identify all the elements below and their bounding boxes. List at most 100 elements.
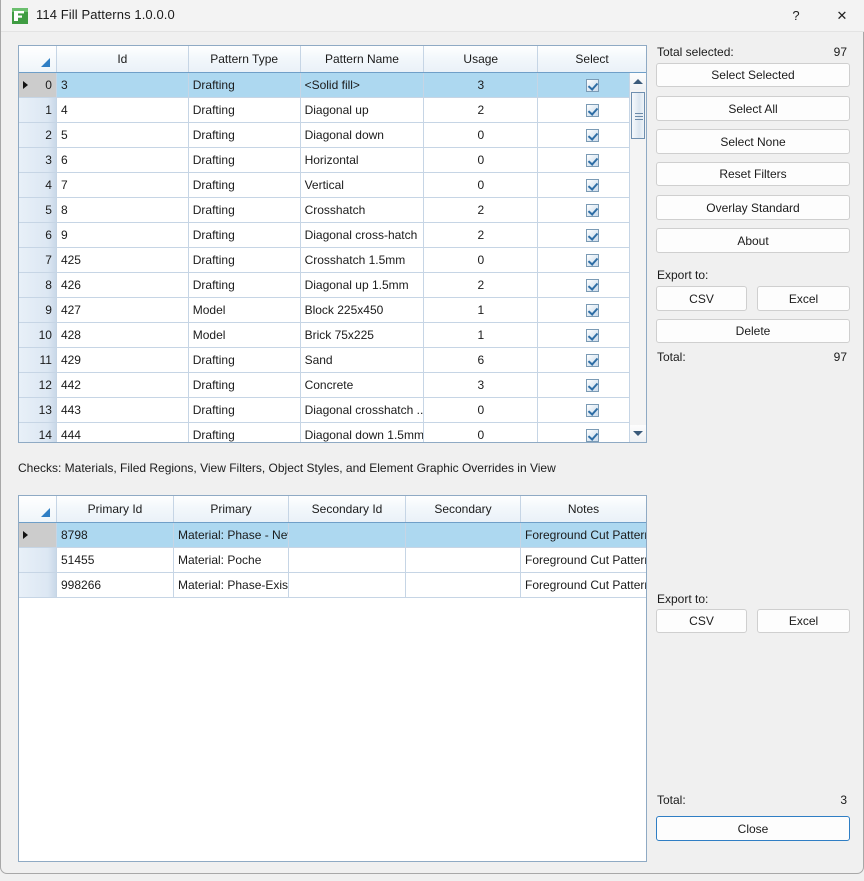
cell-usage[interactable]: 1: [424, 298, 539, 322]
table-row[interactable]: 3 6 Drafting Horizontal 0: [19, 148, 646, 173]
row-header[interactable]: 11: [19, 348, 57, 372]
cell-primary[interactable]: Material: Poche: [174, 548, 289, 572]
select-checkbox[interactable]: [585, 278, 599, 292]
row-header[interactable]: 1: [19, 98, 57, 122]
select-checkbox[interactable]: [585, 103, 599, 117]
cell-pattern-type[interactable]: Drafting: [189, 98, 301, 122]
row-header[interactable]: 4: [19, 173, 57, 197]
cell-id[interactable]: 9: [57, 223, 189, 247]
table-row[interactable]: 4 7 Drafting Vertical 0: [19, 173, 646, 198]
table-row[interactable]: 51455 Material: Poche Foreground Cut Patte…: [19, 548, 646, 573]
cell-pattern-name[interactable]: Crosshatch 1.5mm: [301, 248, 425, 272]
cell-usage[interactable]: 3: [424, 73, 539, 97]
cell-secondary[interactable]: [406, 573, 521, 597]
scrollbar-track[interactable]: [630, 90, 646, 425]
row-header[interactable]: 7: [19, 248, 57, 272]
cell-primary-id[interactable]: 8798: [57, 523, 174, 547]
row-header[interactable]: 13: [19, 398, 57, 422]
cell-pattern-name[interactable]: <Solid fill>: [301, 73, 425, 97]
select-checkbox[interactable]: [585, 78, 599, 92]
export-excel-button-bottom[interactable]: Excel: [757, 609, 850, 633]
cell-usage[interactable]: 1: [424, 323, 539, 347]
cell-pattern-name[interactable]: Diagonal cross-hatch: [301, 223, 425, 247]
cell-pattern-name[interactable]: Vertical: [301, 173, 425, 197]
select-all-button[interactable]: Select All: [656, 96, 850, 121]
cell-pattern-name[interactable]: Horizontal: [301, 148, 425, 172]
cell-pattern-name[interactable]: Crosshatch: [301, 198, 425, 222]
export-excel-button-top[interactable]: Excel: [757, 286, 850, 311]
row-header[interactable]: 0: [19, 73, 57, 97]
cell-secondary-id[interactable]: [289, 573, 406, 597]
cell-pattern-type[interactable]: Drafting: [189, 223, 301, 247]
delete-button[interactable]: Delete: [656, 319, 850, 343]
cell-usage[interactable]: 6: [424, 348, 539, 372]
cell-usage[interactable]: 0: [424, 398, 539, 422]
cell-pattern-name[interactable]: Diagonal crosshatch ...: [301, 398, 425, 422]
row-header[interactable]: 12: [19, 373, 57, 397]
cell-notes[interactable]: Foreground Cut Pattern: [521, 573, 646, 597]
close-button[interactable]: Close: [656, 816, 850, 841]
cell-id[interactable]: 444: [57, 423, 189, 442]
select-checkbox[interactable]: [585, 203, 599, 217]
help-button[interactable]: ?: [773, 0, 819, 31]
cell-pattern-name[interactable]: Concrete: [301, 373, 425, 397]
cell-id[interactable]: 4: [57, 98, 189, 122]
cell-pattern-name[interactable]: Brick 75x225: [301, 323, 425, 347]
select-checkbox[interactable]: [585, 253, 599, 267]
cell-primary-id[interactable]: 51455: [57, 548, 174, 572]
column-header-secondary-id[interactable]: Secondary Id: [289, 496, 406, 522]
row-header[interactable]: 5: [19, 198, 57, 222]
cell-secondary[interactable]: [406, 548, 521, 572]
table-row[interactable]: 7 425 Drafting Crosshatch 1.5mm 0: [19, 248, 646, 273]
table-row[interactable]: 13 443 Drafting Diagonal crosshatch ... 0: [19, 398, 646, 423]
cell-pattern-name[interactable]: Sand: [301, 348, 425, 372]
reset-filters-button[interactable]: Reset Filters: [656, 162, 850, 186]
cell-pattern-name[interactable]: Diagonal down 1.5mm: [301, 423, 425, 442]
cell-notes[interactable]: Foreground Cut Pattern: [521, 523, 646, 547]
export-csv-button-bottom[interactable]: CSV: [656, 609, 747, 633]
cell-secondary[interactable]: [406, 523, 521, 547]
column-header-id[interactable]: Id: [57, 46, 189, 72]
row-header[interactable]: 9: [19, 298, 57, 322]
row-header[interactable]: [19, 573, 57, 597]
cell-id[interactable]: 3: [57, 73, 189, 97]
select-checkbox[interactable]: [585, 403, 599, 417]
select-selected-button[interactable]: Select Selected: [656, 63, 850, 87]
cell-pattern-type[interactable]: Drafting: [189, 273, 301, 297]
about-button[interactable]: About: [656, 228, 850, 253]
cell-pattern-name[interactable]: Block 225x450: [301, 298, 425, 322]
cell-usage[interactable]: 0: [424, 173, 539, 197]
select-none-button[interactable]: Select None: [656, 129, 850, 154]
select-checkbox[interactable]: [585, 153, 599, 167]
close-icon[interactable]: ✕: [819, 0, 864, 31]
select-checkbox[interactable]: [585, 353, 599, 367]
row-header[interactable]: 6: [19, 223, 57, 247]
select-checkbox[interactable]: [585, 378, 599, 392]
cell-pattern-type[interactable]: Model: [189, 323, 301, 347]
cell-usage[interactable]: 2: [424, 98, 539, 122]
cell-usage[interactable]: 2: [424, 198, 539, 222]
select-checkbox[interactable]: [585, 328, 599, 342]
detail-grid[interactable]: Primary Id Primary Secondary Id Secondar…: [18, 495, 647, 862]
cell-pattern-type[interactable]: Drafting: [189, 398, 301, 422]
cell-pattern-name[interactable]: Diagonal up 1.5mm: [301, 273, 425, 297]
cell-pattern-type[interactable]: Drafting: [189, 148, 301, 172]
cell-usage[interactable]: 0: [424, 123, 539, 147]
cell-id[interactable]: 429: [57, 348, 189, 372]
column-header-secondary[interactable]: Secondary: [406, 496, 521, 522]
cell-pattern-type[interactable]: Drafting: [189, 173, 301, 197]
cell-pattern-name[interactable]: Diagonal up: [301, 98, 425, 122]
cell-pattern-type[interactable]: Model: [189, 298, 301, 322]
cell-secondary-id[interactable]: [289, 523, 406, 547]
detail-select-all-corner-cell[interactable]: [19, 496, 57, 522]
table-row[interactable]: 12 442 Drafting Concrete 3: [19, 373, 646, 398]
row-header[interactable]: 10: [19, 323, 57, 347]
table-row[interactable]: 11 429 Drafting Sand 6: [19, 348, 646, 373]
vertical-scrollbar[interactable]: [629, 73, 646, 442]
row-header[interactable]: 14: [19, 423, 57, 442]
select-all-corner-cell[interactable]: [19, 46, 57, 72]
scroll-up-icon[interactable]: [630, 73, 646, 90]
table-row[interactable]: 8798 Material: Phase - New Foreground Cut …: [19, 523, 646, 548]
column-header-primary[interactable]: Primary: [174, 496, 289, 522]
cell-usage[interactable]: 2: [424, 223, 539, 247]
